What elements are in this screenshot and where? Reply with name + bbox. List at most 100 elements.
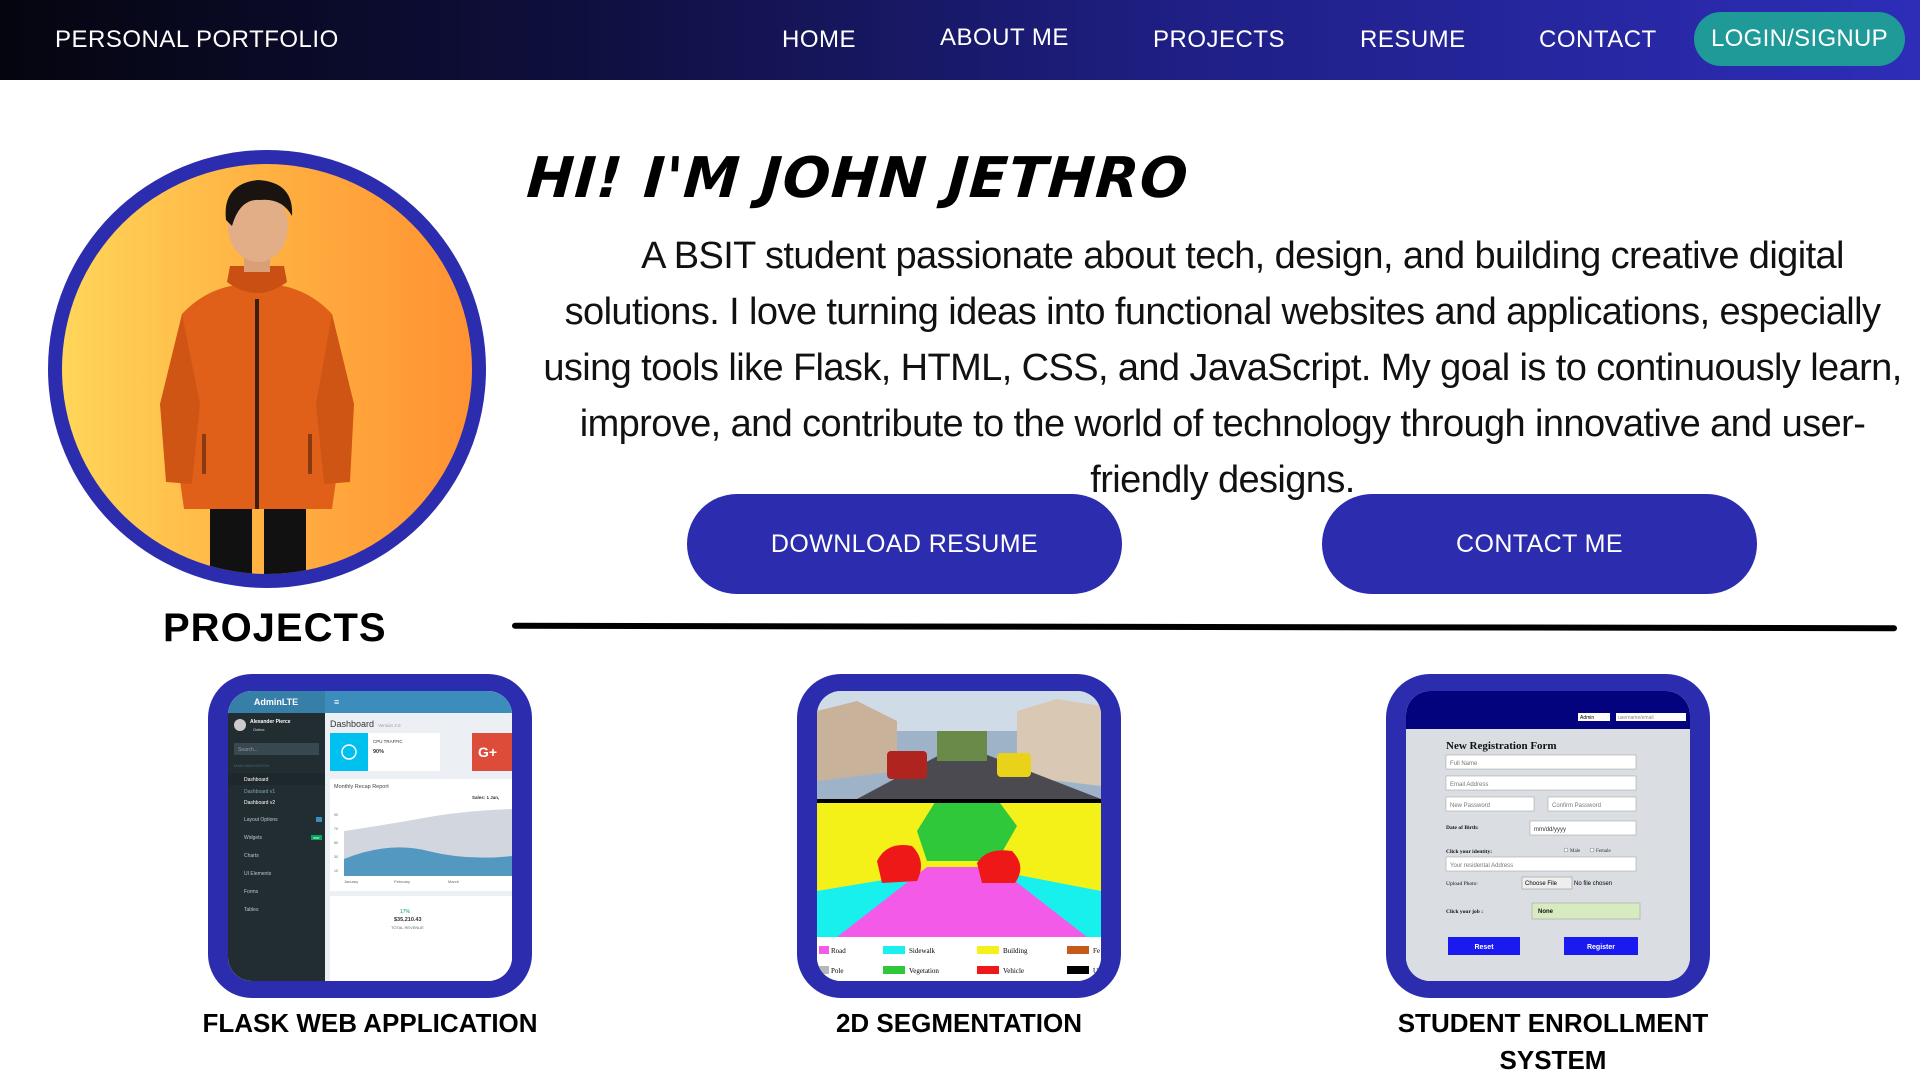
- admin-menu-item: Forms: [244, 889, 259, 895]
- admin-menu-item: UI Elements: [244, 871, 272, 877]
- chart-month: January: [344, 879, 358, 884]
- dob-label: Date of Birth:: [1446, 825, 1479, 831]
- admin-menu-item: Dashboard: [244, 777, 269, 783]
- admin-sales-label: Sales: 1 Jan,: [472, 795, 499, 800]
- legend-swatch: [883, 966, 905, 974]
- legend-label: Pole: [831, 967, 843, 975]
- photo-label: Upload Photo:: [1446, 881, 1478, 887]
- nav-about-me[interactable]: ABOUT ME: [940, 0, 1069, 78]
- legend-swatch: [819, 966, 829, 974]
- legend-swatch: [977, 946, 999, 954]
- register-button: Register: [1587, 944, 1615, 951]
- legend-label: Sidewalk: [909, 947, 936, 955]
- legend-swatch: [819, 946, 829, 954]
- chart-month: March: [448, 879, 459, 884]
- project-thumbnail-enrollment: Admin username/email New Registration Fo…: [1406, 691, 1690, 981]
- registration-form-screenshot: Admin username/email New Registration Fo…: [1406, 691, 1690, 981]
- hero-title: HI! I'M JOHN JETHRO: [524, 146, 1191, 211]
- project-card-segmentation[interactable]: Road Sidewalk Building Fe Pole Vegetatio…: [797, 674, 1121, 998]
- login-signup-button[interactable]: LOGIN/SIGNUP: [1694, 12, 1905, 66]
- admin-page-title: Dashboard: [330, 719, 374, 729]
- legend-label: Road: [831, 947, 846, 955]
- admin-menu-item: Tables: [244, 907, 259, 913]
- chart-month: February: [394, 879, 410, 884]
- admin-nav-section: MAIN NAVIGATION: [234, 763, 269, 768]
- project-thumbnail-flask: AdminLTE ≡ Alexander Pierce Online Searc…: [228, 691, 512, 981]
- admin-menu-item: Widgets: [244, 835, 263, 841]
- project-title-segmentation[interactable]: 2D SEGMENTATION: [749, 1005, 1169, 1042]
- admin-menu-item: Dashboard v2: [244, 800, 275, 806]
- segmentation-screenshot: Road Sidewalk Building Fe Pole Vegetatio…: [817, 691, 1101, 981]
- radio-male: [1563, 847, 1569, 853]
- admin-menu-item: Dashboard v1: [244, 789, 275, 795]
- brand-title[interactable]: PERSONAL PORTFOLIO: [55, 0, 339, 80]
- admin-stat-value: $35,210.43: [394, 917, 422, 923]
- download-resume-button[interactable]: DOWNLOAD RESUME: [687, 494, 1122, 594]
- chart-tick: 50: [334, 841, 338, 845]
- chart-tick: 70: [334, 827, 338, 831]
- projects-heading: PROJECTS: [163, 606, 387, 650]
- project-title-enrollment[interactable]: STUDENT ENROLLMENT SYSTEM: [1343, 1005, 1763, 1079]
- form-title: New Registration Form: [1446, 740, 1557, 752]
- legend-label: Building: [1003, 947, 1028, 955]
- radio-female: [1589, 847, 1595, 853]
- person-illustration: [160, 180, 354, 574]
- menu-toggle-icon: ≡: [334, 697, 339, 707]
- project-title-flask[interactable]: FLASK WEB APPLICATION: [160, 1005, 580, 1042]
- hero-description: A BSIT student passionate about tech, de…: [543, 235, 1902, 501]
- profile-photo: [62, 164, 472, 574]
- profile-avatar: [48, 150, 486, 588]
- project-card-flask[interactable]: AdminLTE ≡ Alexander Pierce Online Searc…: [208, 674, 532, 998]
- contact-me-button[interactable]: CONTACT ME: [1322, 494, 1757, 594]
- legend-label: Vegetation: [909, 967, 939, 975]
- identity-label: Click your identity:: [1446, 849, 1492, 855]
- nav-projects[interactable]: PROJECTS: [1153, 0, 1285, 80]
- new-password-field: New Password: [1450, 803, 1490, 809]
- email-field: Email Address: [1450, 782, 1488, 788]
- navbar: PERSONAL PORTFOLIO HOME ABOUT ME PROJECT…: [0, 0, 1920, 80]
- confirm-password-field: Confirm Password: [1552, 803, 1601, 809]
- admin-search-input: Search...: [238, 747, 258, 753]
- admin-stat-label: TOTAL REVENUE: [391, 925, 424, 930]
- chart-tick: 10: [334, 869, 338, 873]
- legend-label: U: [1093, 967, 1098, 975]
- role-select: Admin: [1580, 715, 1594, 721]
- admin-menu-item: Layout Options: [244, 817, 278, 823]
- username-input: username/email: [1618, 715, 1654, 721]
- no-file-text: No file chosen: [1574, 881, 1612, 887]
- google-plus-icon: G+: [478, 744, 497, 760]
- admin-report-title: Monthly Recap Report: [334, 784, 389, 790]
- admin-badge-new: new: [313, 836, 320, 840]
- legend-label: Vehicle: [1003, 967, 1024, 975]
- section-divider: [511, 622, 1898, 632]
- legend-swatch: [883, 946, 905, 954]
- admin-user-status: Online: [253, 727, 265, 732]
- dob-input: mm/dd/yyyy: [1534, 827, 1566, 833]
- admin-brand: AdminLTE: [254, 697, 298, 707]
- project-thumbnail-segmentation: Road Sidewalk Building Fe Pole Vegetatio…: [817, 691, 1101, 981]
- legend-swatch: [1067, 966, 1089, 974]
- chart-tick: 90: [334, 813, 338, 817]
- chart-tick: 30: [334, 855, 338, 859]
- admin-box-value: 90%: [373, 749, 384, 755]
- gender-male: Male: [1570, 849, 1581, 854]
- admin-stat-percent: 17%: [400, 909, 411, 915]
- admin-user-name: Alexander Pierce: [250, 719, 291, 725]
- legend-swatch: [977, 966, 999, 974]
- nav-contact[interactable]: CONTACT: [1539, 0, 1657, 80]
- job-label: Click your job :: [1446, 909, 1483, 915]
- admin-menu-item: Charts: [244, 853, 259, 859]
- legend-label: Fe: [1093, 947, 1100, 955]
- job-select: None: [1538, 909, 1554, 915]
- admin-dashboard-screenshot: AdminLTE ≡ Alexander Pierce Online Searc…: [228, 691, 512, 981]
- address-field: Your residental Address: [1450, 863, 1513, 869]
- project-card-enrollment[interactable]: Admin username/email New Registration Fo…: [1386, 674, 1710, 998]
- choose-file-button: Choose File: [1525, 881, 1558, 887]
- reset-button: Reset: [1474, 944, 1494, 951]
- admin-box-label: CPU TRAFFIC: [373, 739, 403, 744]
- nav-home[interactable]: HOME: [782, 0, 856, 80]
- full-name-field: Full Name: [1450, 761, 1478, 767]
- nav-resume[interactable]: RESUME: [1360, 0, 1466, 80]
- admin-version: Version 2.0: [378, 723, 401, 728]
- gender-female: Female: [1596, 849, 1611, 854]
